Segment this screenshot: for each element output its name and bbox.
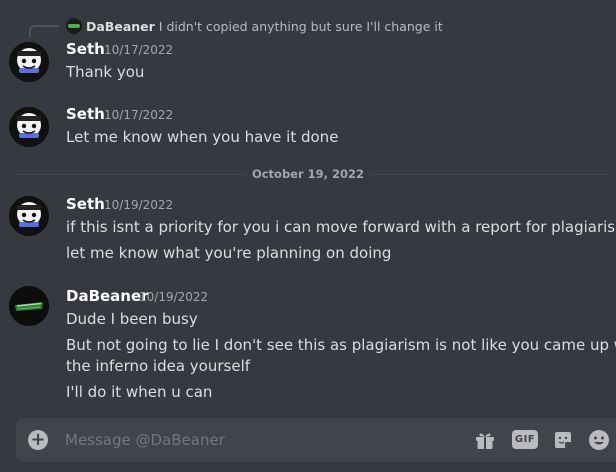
gif-icon[interactable]: GIF	[512, 430, 538, 449]
message-composer[interactable]: + Message @DaBeaner GIF	[16, 418, 616, 462]
avatar-seth[interactable]	[9, 42, 49, 82]
emoji-icon[interactable]	[588, 429, 610, 451]
reply-avatar	[66, 18, 82, 34]
message-timestamp: 10/17/2022	[104, 108, 174, 122]
avatar-dabeaner[interactable]	[9, 286, 49, 326]
message-text: the inferno idea yourself	[66, 357, 251, 375]
message-text: let me know what you're planning on doin…	[66, 244, 392, 262]
gift-icon[interactable]	[474, 429, 496, 451]
message-timestamp: 10/19/2022	[139, 290, 209, 304]
avatar-seth[interactable]	[9, 107, 49, 147]
message-text: Thank you	[66, 63, 145, 81]
add-attachment-icon[interactable]: +	[28, 430, 48, 450]
message-timestamp: 10/17/2022	[104, 43, 174, 57]
reply-connector	[29, 25, 59, 37]
message-text: if this isnt a priority for you i can mo…	[66, 218, 616, 236]
message-text: I'll do it when u can	[66, 383, 213, 401]
avatar-seth[interactable]	[9, 196, 49, 236]
message-author[interactable]: DaBeaner	[66, 287, 149, 305]
sticker-icon[interactable]	[552, 429, 574, 451]
message-list: DaBeaner I didn't copied anything but su…	[0, 0, 616, 410]
reply-text: I didn't copied anything but sure I'll c…	[158, 18, 443, 34]
message-input[interactable]: Message @DaBeaner	[65, 431, 225, 449]
reply-preview[interactable]: DaBeaner I didn't copied anything but su…	[66, 18, 443, 34]
message-text: Dude I been busy	[66, 310, 198, 328]
reply-author[interactable]: DaBeaner	[86, 19, 155, 34]
date-divider-label: October 19, 2022	[245, 167, 371, 181]
message-author[interactable]: Seth	[66, 105, 105, 123]
message-text: But not going to lie I don't see this as…	[66, 336, 616, 354]
message-author[interactable]: Seth	[66, 195, 105, 213]
message-text: Let me know when you have it done	[66, 128, 339, 146]
message-author[interactable]: Seth	[66, 40, 105, 58]
message-timestamp: 10/19/2022	[104, 198, 174, 212]
